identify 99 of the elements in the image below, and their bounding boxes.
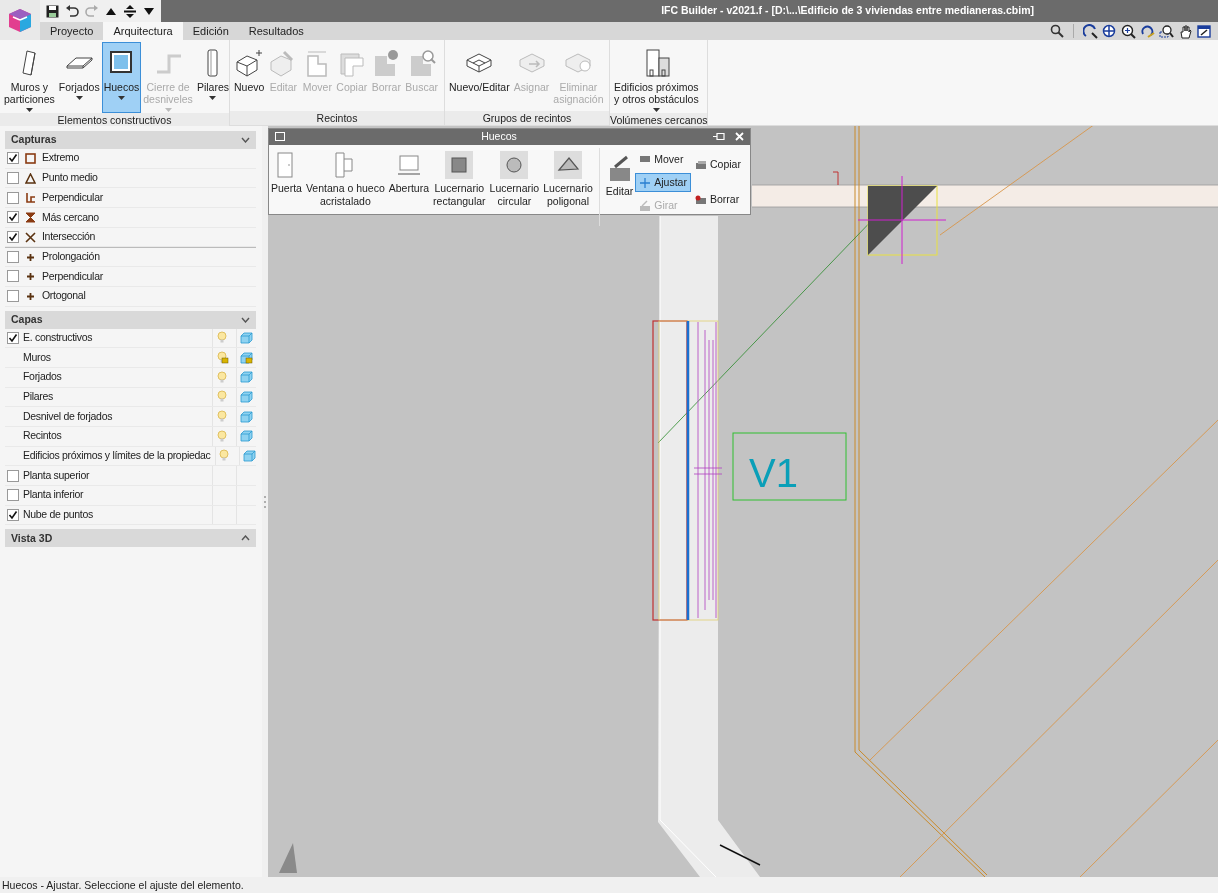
- triangle-icon: [25, 172, 36, 184]
- orbit-icon[interactable]: [1083, 23, 1098, 39]
- circular-skylight-icon: [499, 149, 530, 180]
- checkbox[interactable]: [7, 509, 19, 522]
- wall-icon: [22, 50, 37, 76]
- capture-label: Prolongación: [42, 249, 101, 265]
- layer-label: Nube de puntos: [23, 507, 94, 523]
- ribbon-button[interactable]: Muros y particiones: [2, 42, 57, 113]
- ribbon-tab[interactable]: Arquitectura: [103, 22, 183, 40]
- zoom-icon[interactable]: [1121, 23, 1136, 39]
- layer-label: Pilares: [23, 389, 54, 405]
- tool-button[interactable]: Ventana o hueco acristalado: [303, 147, 387, 208]
- close-icon[interactable]: [735, 132, 744, 142]
- adjust-icon: [639, 176, 652, 189]
- capture-label: Intersección: [42, 229, 96, 245]
- level-icon[interactable]: [123, 3, 137, 19]
- ribbon-group-label: Grupos de recintos: [445, 111, 609, 125]
- rectangular-skylight-icon: [444, 149, 475, 180]
- cross-icon: [25, 231, 36, 243]
- checkbox[interactable]: [7, 270, 19, 283]
- tool-button[interactable]: Puerta: [269, 147, 304, 195]
- window-icon[interactable]: [1197, 23, 1212, 39]
- checkbox[interactable]: [7, 211, 19, 224]
- chevron-icon[interactable]: [241, 316, 250, 323]
- pin-icon[interactable]: [713, 132, 725, 142]
- layer-label: Planta superior: [23, 467, 91, 483]
- layer-label: Recintos: [23, 428, 63, 444]
- tool-button[interactable]: Lucernario rectangular: [431, 147, 488, 208]
- layer-label: Planta inferior: [23, 487, 85, 503]
- room-add-icon: [234, 48, 265, 78]
- layer-label: Desnivel de forjados: [23, 408, 114, 424]
- ribbon-tab[interactable]: Resultados: [238, 22, 314, 40]
- capture-label: Punto medio: [42, 170, 99, 186]
- zoom-extents-icon[interactable]: [1102, 23, 1117, 39]
- room-label: V1: [749, 451, 798, 495]
- window-title: IFC Builder - v2021.f - [D:\...\Edificio de 3 viviendas entre medianeras.cbim]: [161, 0, 1218, 22]
- edit-button[interactable]: Editar: [603, 147, 636, 198]
- ribbon-button[interactable]: Pilares: [194, 42, 231, 113]
- tool-button[interactable]: Lucernario poligonal: [541, 147, 595, 208]
- tool-button[interactable]: Mover: [635, 149, 691, 169]
- cube-icon: [240, 331, 253, 344]
- checkbox[interactable]: [7, 290, 19, 303]
- ribbon-group-label: Elementos constructivos: [0, 113, 229, 127]
- tool-button[interactable]: Borrar: [690, 190, 745, 210]
- capture-label: Más cercano: [42, 209, 100, 225]
- plus-icon: [25, 270, 36, 282]
- panel-title: Huecos: [480, 129, 518, 144]
- checkbox[interactable]: [7, 489, 19, 502]
- checkbox[interactable]: [7, 152, 19, 165]
- down-arrow-icon[interactable]: [143, 6, 155, 16]
- ribbon-button[interactable]: Edificios próximos y otros obstáculos: [612, 42, 701, 113]
- ribbon-button[interactable]: Huecos: [101, 42, 142, 113]
- plus-icon: [25, 290, 36, 302]
- checkbox[interactable]: [7, 172, 19, 185]
- ribbon-tab[interactable]: Proyecto: [40, 22, 104, 40]
- tool-button[interactable]: Copiar: [690, 155, 745, 175]
- ribbon-button[interactable]: Nuevo/Editar: [447, 42, 512, 111]
- perpendicular-icon: [25, 192, 36, 204]
- section-header[interactable]: Capturas: [5, 131, 256, 149]
- capture-label: Extremo: [42, 150, 80, 166]
- north-arrow-icon: [279, 843, 297, 873]
- section-header[interactable]: Capas: [5, 310, 256, 329]
- bulb-icon: [216, 331, 229, 345]
- copy-icon: [694, 159, 707, 172]
- chevron-icon[interactable]: [241, 535, 250, 542]
- polygonal-skylight-icon: [553, 149, 583, 180]
- section-header[interactable]: Vista 3D: [5, 529, 256, 548]
- checkbox[interactable]: [7, 231, 19, 244]
- layer-label: E. constructivos: [23, 329, 94, 345]
- checkbox[interactable]: [7, 469, 19, 482]
- ribbon-button[interactable]: Nuevo: [232, 42, 267, 111]
- ribbon-tab[interactable]: Edición: [182, 22, 239, 40]
- layer-label: Muros: [23, 349, 52, 365]
- hand-icon[interactable]: [1178, 23, 1193, 39]
- capture-label: Perpendicular: [42, 268, 104, 284]
- plus-icon: [25, 251, 36, 263]
- chevron-icon[interactable]: [241, 137, 250, 143]
- checkbox[interactable]: [7, 191, 19, 204]
- up-arrow-icon[interactable]: [105, 6, 117, 16]
- delete-icon: [694, 194, 707, 207]
- square-icon: [25, 152, 36, 164]
- ribbon-button[interactable]: Forjados: [56, 42, 102, 113]
- ribbon-group-label: Recintos: [230, 111, 444, 125]
- checkbox[interactable]: [7, 251, 19, 264]
- column-icon: [207, 49, 219, 77]
- tool-button[interactable]: Ajustar: [635, 173, 691, 193]
- layer-label: Forjados: [23, 369, 63, 385]
- ribbon-group-label: Volúmenes cercanos: [610, 113, 708, 127]
- tool-button[interactable]: Abertura: [386, 147, 432, 195]
- capture-label: Perpendicular: [42, 189, 104, 205]
- layer-label: Edificios próximos y límites de la propiedac: [23, 448, 211, 464]
- save-icon[interactable]: [46, 4, 59, 18]
- hourglass-icon: [25, 211, 36, 223]
- capture-label: Ortogonal: [42, 288, 87, 304]
- undo-icon[interactable]: [65, 4, 79, 18]
- checkbox[interactable]: [7, 331, 19, 344]
- search-icon[interactable]: [1050, 24, 1064, 38]
- tool-button[interactable]: Lucernario circular: [487, 147, 542, 208]
- zoom-window-icon[interactable]: [1159, 23, 1174, 39]
